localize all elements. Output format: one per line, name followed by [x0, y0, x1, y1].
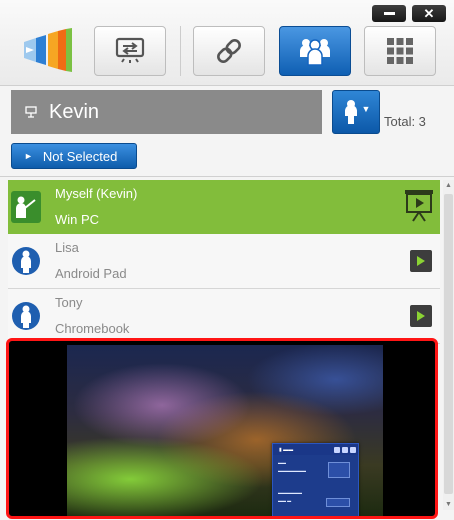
- user-list: Myself (Kevin) Win PC Lisa Android Pad T…: [8, 180, 440, 344]
- chevron-down-icon: ▼: [361, 104, 371, 114]
- preview-mini-window: ▮ ▬▬ ▬▬ ▬▬▬▬▬▬▬ ▬▬▬▬▬▬ ▬▬ ▬: [272, 443, 359, 516]
- link-button[interactable]: [193, 26, 265, 76]
- user-row-self[interactable]: Myself (Kevin) Win PC: [8, 180, 440, 234]
- preview-mini-title: ▮ ▬▬: [279, 446, 294, 453]
- preview-desktop-image: ▮ ▬▬ ▬▬ ▬▬▬▬▬▬▬ ▬▬▬▬▬▬ ▬▬ ▬: [67, 345, 383, 516]
- play-button[interactable]: [410, 305, 432, 327]
- grid-layout-button[interactable]: [364, 26, 436, 76]
- grid-icon: [387, 38, 413, 64]
- preview-mini-header: ▮ ▬▬: [273, 444, 358, 455]
- user-device: Win PC: [55, 212, 100, 227]
- user-name: Lisa: [55, 240, 79, 255]
- play-button[interactable]: [410, 250, 432, 272]
- close-icon: ✕: [423, 5, 435, 21]
- play-triangle-icon: ►: [24, 151, 33, 161]
- user-row-lisa[interactable]: Lisa Android Pad: [8, 234, 440, 289]
- preview-mini-icons: [334, 446, 356, 453]
- presenter-bar: Kevin: [11, 90, 322, 134]
- user-avatar-icon: [11, 245, 41, 277]
- screen-mirror-icon: [115, 37, 145, 63]
- presenter-screen-icon: [25, 106, 37, 118]
- users-tab-button[interactable]: [279, 26, 351, 76]
- user-selector-dropdown[interactable]: ▼: [332, 90, 380, 134]
- scroll-down-icon[interactable]: ▼: [444, 501, 453, 508]
- total-count: Total: 3: [384, 114, 426, 129]
- play-icon: [417, 256, 425, 266]
- users-group-icon: [300, 39, 330, 66]
- minimize-button[interactable]: [372, 5, 406, 22]
- screen-mirror-button[interactable]: [94, 26, 166, 76]
- toolbar-separator: [180, 26, 181, 76]
- screen-preview[interactable]: ▮ ▬▬ ▬▬ ▬▬▬▬▬▬▬ ▬▬▬▬▬▬ ▬▬ ▬: [6, 338, 438, 519]
- scroll-up-icon[interactable]: ▲: [444, 182, 453, 189]
- user-avatar-icon: [11, 300, 41, 332]
- preview-mini-text: ▬▬▬▬▬▬▬: [278, 468, 306, 473]
- minimize-icon: [383, 12, 395, 15]
- user-icon: [344, 100, 357, 124]
- user-device: Chromebook: [55, 321, 130, 336]
- user-device: Android Pad: [55, 266, 127, 281]
- preview-mini-button: [326, 498, 350, 507]
- close-button[interactable]: ✕: [412, 5, 446, 22]
- user-name: Tony: [55, 295, 83, 310]
- divider: [0, 176, 454, 177]
- app-logo-icon: [22, 26, 74, 74]
- not-selected-label: Not Selected: [42, 148, 118, 164]
- preview-mini-text: ▬▬▬▬▬▬: [278, 490, 302, 495]
- scrollbar-thumb[interactable]: [444, 194, 453, 494]
- play-icon: [417, 311, 425, 321]
- preview-mini-text: ▬▬: [278, 460, 286, 465]
- presenter-avatar-icon: [11, 191, 41, 223]
- user-name: Myself (Kevin): [55, 186, 138, 201]
- link-icon: [217, 39, 241, 63]
- app-window: ✕ Kevin ▼ Total: 3 ► Not Selected Myself…: [0, 0, 454, 520]
- scrollbar[interactable]: ▲ ▼: [443, 180, 454, 510]
- user-row-tony[interactable]: Tony Chromebook: [8, 289, 440, 344]
- projecting-screen-icon[interactable]: [403, 188, 435, 229]
- preview-mini-text: ▬▬ ▬: [278, 498, 292, 503]
- presenter-name: Kevin: [49, 100, 100, 123]
- not-selected-button[interactable]: ► Not Selected: [11, 143, 137, 169]
- preview-mini-button: [328, 462, 350, 478]
